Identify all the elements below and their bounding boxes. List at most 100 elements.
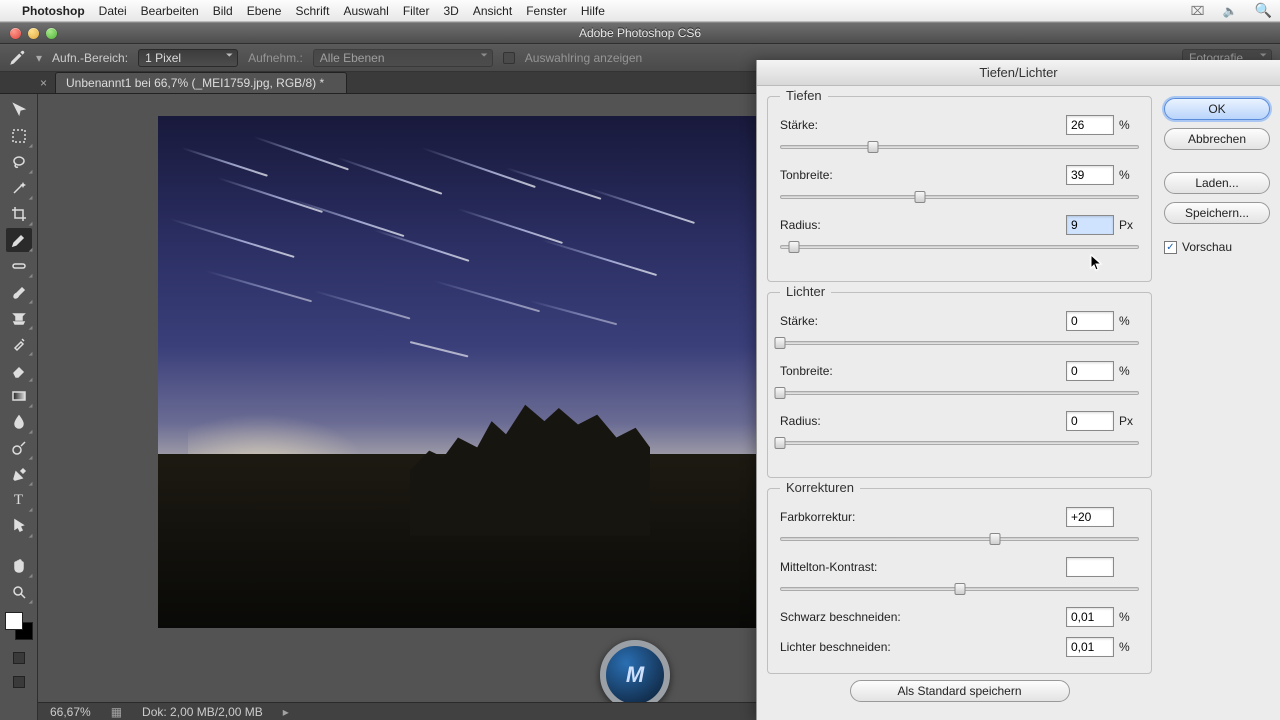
dialog-title: Tiefen/Lichter	[757, 60, 1280, 86]
brush-tool-icon[interactable]	[6, 280, 32, 304]
cancel-button[interactable]: Abbrechen	[1164, 128, 1270, 150]
move-tool-icon[interactable]	[6, 98, 32, 122]
color-correction-slider[interactable]	[780, 533, 1139, 547]
eyedropper-tool-icon[interactable]	[6, 228, 32, 252]
lasso-tool-icon[interactable]	[6, 150, 32, 174]
shadows-tone-input[interactable]	[1066, 165, 1114, 185]
path-selection-tool-icon[interactable]	[6, 514, 32, 538]
highlights-tone-input[interactable]	[1066, 361, 1114, 381]
black-clip-label: Schwarz beschneiden:	[780, 610, 1066, 624]
hand-tool-icon[interactable]	[6, 554, 32, 578]
sample-mode-select[interactable]: Alle Ebenen	[313, 49, 493, 67]
eyedropper-icon[interactable]	[8, 49, 26, 67]
midtone-contrast-slider[interactable]	[780, 583, 1139, 597]
show-sampling-ring-checkbox[interactable]	[503, 52, 515, 64]
sample-size-select[interactable]: 1 Pixel	[138, 49, 238, 67]
zoom-level[interactable]: 66,67%	[50, 705, 91, 719]
preview-checkbox[interactable]: ✓	[1164, 241, 1177, 254]
status-icon[interactable]: ▦	[111, 705, 122, 719]
crop-tool-icon[interactable]	[6, 202, 32, 226]
save-button[interactable]: Speichern...	[1164, 202, 1270, 224]
percent-unit: %	[1119, 118, 1139, 132]
pen-tool-icon[interactable]	[6, 462, 32, 486]
shadows-amount-slider[interactable]	[780, 141, 1139, 155]
healing-brush-tool-icon[interactable]	[6, 254, 32, 278]
adjustments-group: Korrekturen Farbkorrektur: Mittelton-Kon…	[767, 488, 1152, 674]
document-tab[interactable]: Unbenannt1 bei 66,7% (_MEI1759.jpg, RGB/…	[55, 72, 347, 93]
dodge-tool-icon[interactable]	[6, 436, 32, 460]
zoom-tool-icon[interactable]	[6, 580, 32, 604]
shadows-radius-input[interactable]	[1066, 215, 1114, 235]
sample-size-label: Aufn.-Bereich:	[52, 51, 128, 65]
px-unit: Px	[1119, 218, 1139, 232]
document-image	[158, 116, 758, 628]
watermark-logo-icon: M	[600, 640, 670, 710]
menu-item[interactable]: Ansicht	[473, 4, 512, 18]
percent-unit: %	[1119, 364, 1139, 378]
highlights-amount-slider[interactable]	[780, 337, 1139, 351]
save-as-default-button[interactable]: Als Standard speichern	[850, 680, 1070, 702]
menu-item[interactable]: Filter	[403, 4, 430, 18]
shadows-tone-slider[interactable]	[780, 191, 1139, 205]
menu-item[interactable]: Bild	[213, 4, 233, 18]
shadows-radius-label: Radius:	[780, 218, 1066, 232]
menu-item[interactable]: 3D	[443, 4, 458, 18]
ok-button[interactable]: OK	[1164, 98, 1270, 120]
highlights-amount-input[interactable]	[1066, 311, 1114, 331]
highlights-radius-input[interactable]	[1066, 411, 1114, 431]
color-swatches[interactable]	[5, 612, 33, 640]
highlights-group: Lichter Stärke: % Tonbreite: % Radius: P…	[767, 292, 1152, 478]
highlights-tone-slider[interactable]	[780, 387, 1139, 401]
shadows-amount-input[interactable]	[1066, 115, 1114, 135]
load-button[interactable]: Laden...	[1164, 172, 1270, 194]
menu-item[interactable]: Fenster	[526, 4, 567, 18]
blur-tool-icon[interactable]	[6, 410, 32, 434]
shadows-highlights-dialog: Tiefen/Lichter Tiefen Stärke: % Tonbreit…	[756, 60, 1280, 720]
adjustments-legend: Korrekturen	[780, 480, 860, 495]
display-icon[interactable]: ⌧	[1191, 4, 1209, 18]
menu-item[interactable]: Schrift	[295, 4, 329, 18]
color-correction-input[interactable]	[1066, 507, 1114, 527]
highlights-radius-slider[interactable]	[780, 437, 1139, 451]
app-titlebar: Adobe Photoshop CS6	[0, 22, 1280, 44]
toolbox: T	[0, 94, 38, 720]
menu-item[interactable]: Auswahl	[343, 4, 388, 18]
volume-icon[interactable]: 🔈	[1223, 4, 1241, 18]
history-brush-tool-icon[interactable]	[6, 332, 32, 356]
percent-unit: %	[1119, 640, 1139, 654]
clone-stamp-tool-icon[interactable]	[6, 306, 32, 330]
screenmode-toggle[interactable]	[13, 676, 25, 688]
doc-size[interactable]: Dok: 2,00 MB/2,00 MB	[142, 705, 263, 719]
tab-close-icon[interactable]: ×	[40, 76, 55, 93]
spotlight-icon[interactable]: 🔍	[1255, 2, 1272, 19]
color-correction-label: Farbkorrektur:	[780, 510, 1066, 524]
shadows-radius-slider[interactable]	[780, 241, 1139, 255]
percent-unit: %	[1119, 314, 1139, 328]
menu-item[interactable]: Datei	[99, 4, 127, 18]
menu-app[interactable]: Photoshop	[22, 4, 85, 18]
gradient-tool-icon[interactable]	[6, 384, 32, 408]
status-flyout-icon[interactable]: ▸	[283, 705, 289, 719]
percent-unit: %	[1119, 168, 1139, 182]
midtone-contrast-input[interactable]	[1066, 557, 1114, 577]
magic-wand-tool-icon[interactable]	[6, 176, 32, 200]
menu-item[interactable]: Hilfe	[581, 4, 605, 18]
black-clip-input[interactable]	[1066, 607, 1114, 627]
quickmask-toggle[interactable]	[13, 652, 25, 664]
menu-item[interactable]: Bearbeiten	[141, 4, 199, 18]
eraser-tool-icon[interactable]	[6, 358, 32, 382]
percent-unit: %	[1119, 610, 1139, 624]
px-unit: Px	[1119, 414, 1139, 428]
shadows-tone-label: Tonbreite:	[780, 168, 1066, 182]
shadows-legend: Tiefen	[780, 88, 828, 103]
show-sampling-ring-label: Auswahlring anzeigen	[525, 51, 642, 65]
menu-item[interactable]: Ebene	[247, 4, 282, 18]
window-title: Adobe Photoshop CS6	[0, 26, 1280, 40]
marquee-tool-icon[interactable]	[6, 124, 32, 148]
sample-mode-label: Aufnehm.:	[248, 51, 303, 65]
midtone-contrast-label: Mittelton-Kontrast:	[780, 560, 1066, 574]
white-clip-input[interactable]	[1066, 637, 1114, 657]
shadows-group: Tiefen Stärke: % Tonbreite: % Radius: Px	[767, 96, 1152, 282]
type-tool-icon[interactable]: T	[6, 488, 32, 512]
preview-label: Vorschau	[1182, 240, 1232, 254]
